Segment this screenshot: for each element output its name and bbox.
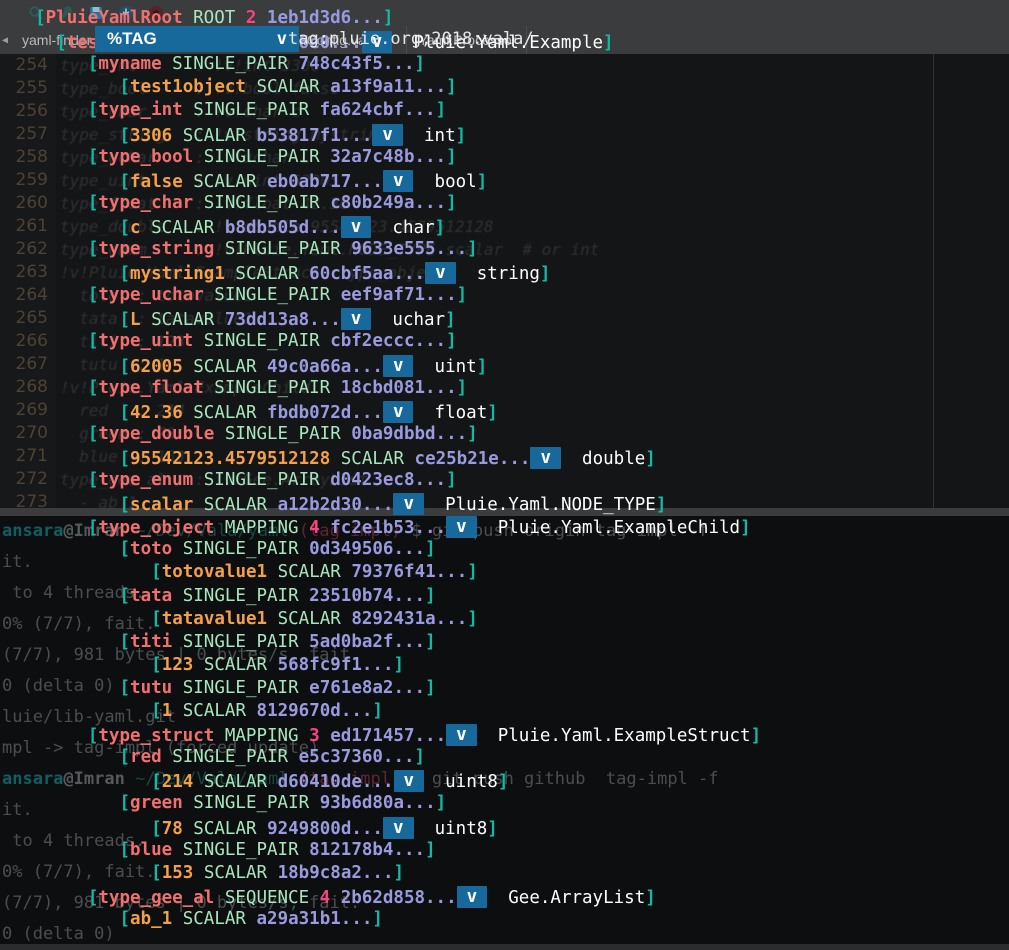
save-icon[interactable] <box>88 5 104 21</box>
terminal-line: it. <box>2 552 33 572</box>
terminal-line: 0% (7/7), fait. <box>2 614 156 634</box>
line-number: 254 <box>15 55 48 75</box>
tab-scroll-left-icon[interactable]: ◀ <box>0 26 10 54</box>
terminal-line: to 4 threads. <box>2 831 146 851</box>
ide-window: ◀ yaml-finder Yaml.Scanner.vala ✕ Yaml.C… <box>0 0 1009 950</box>
terminal-command: $ git push github tag-impl -f <box>401 769 719 789</box>
tag-directive-popup[interactable]: %TAG v <box>95 26 299 52</box>
line-number: 255 <box>15 78 48 98</box>
line-number: 260 <box>15 193 48 213</box>
editor-source-text: type_int : !v!int 3306 type_bool : !v!boo… <box>60 54 1009 516</box>
terminal-user: ansara <box>2 521 64 541</box>
terminal-line: luie/lib-yaml.git <box>2 707 176 727</box>
terminal-horizontal-scrollbar[interactable] <box>0 944 1009 950</box>
line-number: 267 <box>15 354 48 374</box>
terminal-line: 0% (7/7), fait. <box>2 862 156 882</box>
line-number: 269 <box>15 400 48 420</box>
editor-line: type_string : !v!string mystring1 <box>60 125 398 144</box>
wrench-icon[interactable] <box>58 5 74 21</box>
line-number: 264 <box>15 285 48 305</box>
line-number: 265 <box>15 308 48 328</box>
editor-line: red : 214 <box>60 401 186 420</box>
toolbar <box>0 0 1009 27</box>
terminal-branch: (tag-impl) <box>288 769 402 789</box>
terminal-host: Imran <box>73 521 125 541</box>
line-number: 256 <box>15 101 48 121</box>
terminal-user: ansara <box>2 769 64 789</box>
editor-line: tutu : 1 <box>60 355 166 374</box>
terminal-line: mpl -> tag-impl (forced update) <box>2 738 320 758</box>
line-number: 261 <box>15 216 48 236</box>
line-number: 262 <box>15 239 48 259</box>
terminal-line: (7/7), 981 bytes | 0 bytes/s, fait. <box>2 645 361 665</box>
editor-line: type_gee_al : !v!Gee.ArrayList <box>60 470 369 489</box>
editor-pane[interactable]: 254 255 256 257 258 259 260 261 262 263 264 265 266 2… <box>0 54 1009 516</box>
record-icon[interactable] <box>148 5 164 21</box>
terminal-line: (7/7), 981 bytes | 0 bytes/s, fait. <box>2 893 361 913</box>
line-number: 258 <box>15 147 48 167</box>
search-icon[interactable] <box>28 5 44 21</box>
line-number: 271 <box>15 446 48 466</box>
editor-line: tata : tatavalue1 <box>60 309 253 328</box>
editor-line: titi : 123 <box>60 332 186 351</box>
editor-line: type_int : !v!int 3306 <box>60 56 321 75</box>
terminal-at: @ <box>63 521 74 541</box>
editor-line: type_float : !v!float 42.36 <box>60 194 349 213</box>
chevron-down-icon[interactable]: v <box>277 27 287 51</box>
terminal-pane[interactable]: ansara@Imran ~/Dev/Vala/yaml (tag-impl) … <box>0 516 1009 950</box>
terminal-line: ansara@Imran ~/Dev/Vala/yaml (tag-impl) … <box>0 764 1009 795</box>
line-number: 263 <box>15 262 48 282</box>
terminal-path: ~/Dev/Vala/yaml <box>124 769 289 789</box>
tab-label: yaml-finder <box>22 32 92 48</box>
terminal-host: Imran <box>73 769 125 789</box>
column-ruler <box>933 54 934 516</box>
tag-directive-uri: tag:pluie.org,2018:vala/ <box>288 29 534 49</box>
terminal-command: $ git push origin tag-impl -f <box>401 521 709 541</box>
editor-line: type_char : !v!char c <box>60 102 301 121</box>
line-number: 259 <box>15 170 48 190</box>
terminal-line: to 4 threads. <box>2 583 146 603</box>
terminal-path: ~/Dev/Vala/yaml <box>124 521 289 541</box>
editor-line: type_uint : !v!uint 62005 <box>60 171 340 190</box>
editor-line: type_double : !v!double 95542123.4579512… <box>60 217 494 236</box>
line-number: 266 <box>15 331 48 351</box>
line-number: 272 <box>15 469 48 489</box>
editor-line: type_uchar : !v!uchar L <box>60 148 311 167</box>
download-icon[interactable] <box>118 5 134 21</box>
terminal-line: it. <box>2 800 33 820</box>
editor-line: !v!Pluie.Yaml.ExampleChild <box>60 378 311 397</box>
tag-directive-name: %TAG <box>107 29 157 48</box>
pane-splitter[interactable] <box>0 508 1009 516</box>
terminal-line: 0 (delta 0) <box>2 676 115 696</box>
editor-line: green : 78 <box>60 424 176 443</box>
line-number-gutter: 254 255 256 257 258 259 260 261 262 263 264 265 266 2… <box>0 54 56 516</box>
line-number: 270 <box>15 423 48 443</box>
tab-yaml-finder[interactable]: yaml-finder <box>10 26 103 54</box>
editor-line: type_enum : !v!Pluie.Yaml.NODE_TYPE scal… <box>60 240 600 259</box>
editor-line: toto : totovalue1 <box>60 286 253 305</box>
line-number: 257 <box>15 124 48 144</box>
toolbar-icon-group <box>28 0 164 26</box>
terminal-at: @ <box>63 769 74 789</box>
line-number: 268 <box>15 377 48 397</box>
terminal-branch: (tag-impl) <box>288 521 402 541</box>
terminal-line: ansara@Imran ~/Dev/Vala/yaml (tag-impl) … <box>0 516 1009 547</box>
editor-line: blue : 153 <box>60 447 186 466</box>
editor-line: !v!Pluie.Yaml.ExampleStruct type_object <box>60 263 446 282</box>
editor-line: type_bool : !v!bool false <box>60 79 340 98</box>
